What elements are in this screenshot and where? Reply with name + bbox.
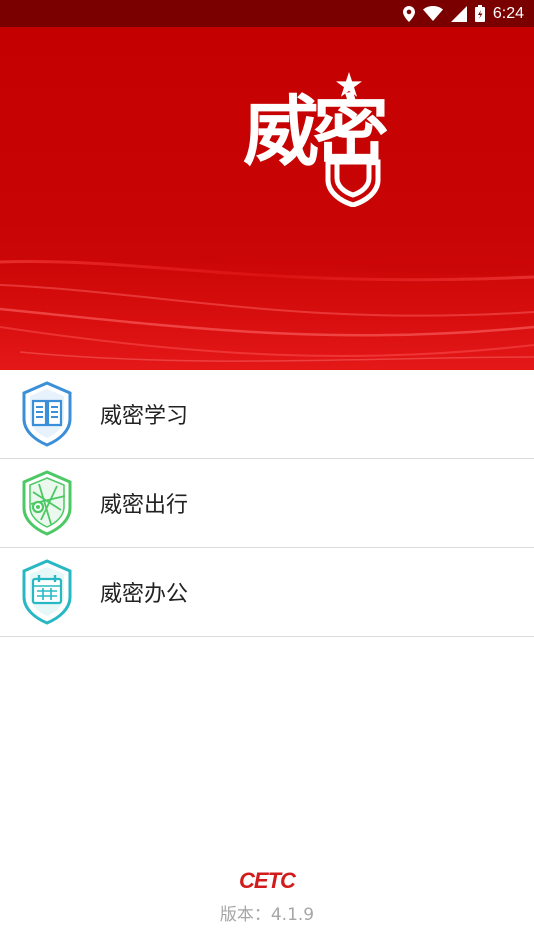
version-info: 版本：4.1.9 <box>0 900 534 925</box>
menu-item-office[interactable]: 威密办公 <box>0 548 534 637</box>
hero-banner: 威密 <box>0 27 534 370</box>
calendar-shield-icon <box>21 559 73 625</box>
app-menu-list: 威密学习 威密出行 威密办公 <box>0 370 534 637</box>
menu-item-learning[interactable]: 威密学习 <box>0 370 534 459</box>
brand-logo: CETC <box>239 868 296 893</box>
menu-item-label: 威密学习 <box>100 404 189 429</box>
battery-icon <box>474 5 485 22</box>
version-number: 4.1.9 <box>270 905 315 925</box>
status-bar: 6:24 <box>0 0 534 27</box>
star-icon <box>336 72 362 97</box>
book-shield-icon <box>21 381 73 447</box>
version-label: 版本： <box>219 905 271 925</box>
cell-signal-icon <box>450 5 467 22</box>
wifi-icon <box>422 6 443 21</box>
menu-item-label: 威密办公 <box>100 582 189 607</box>
status-time: 6:24 <box>492 4 524 22</box>
app-logo: 威密 <box>243 72 393 212</box>
shield-icon <box>325 159 381 207</box>
menu-item-label: 威密出行 <box>100 493 189 518</box>
location-icon <box>402 5 415 22</box>
footer: CETC 版本：4.1.9 <box>0 868 534 926</box>
map-shield-icon <box>21 470 73 536</box>
menu-item-travel[interactable]: 威密出行 <box>0 459 534 548</box>
